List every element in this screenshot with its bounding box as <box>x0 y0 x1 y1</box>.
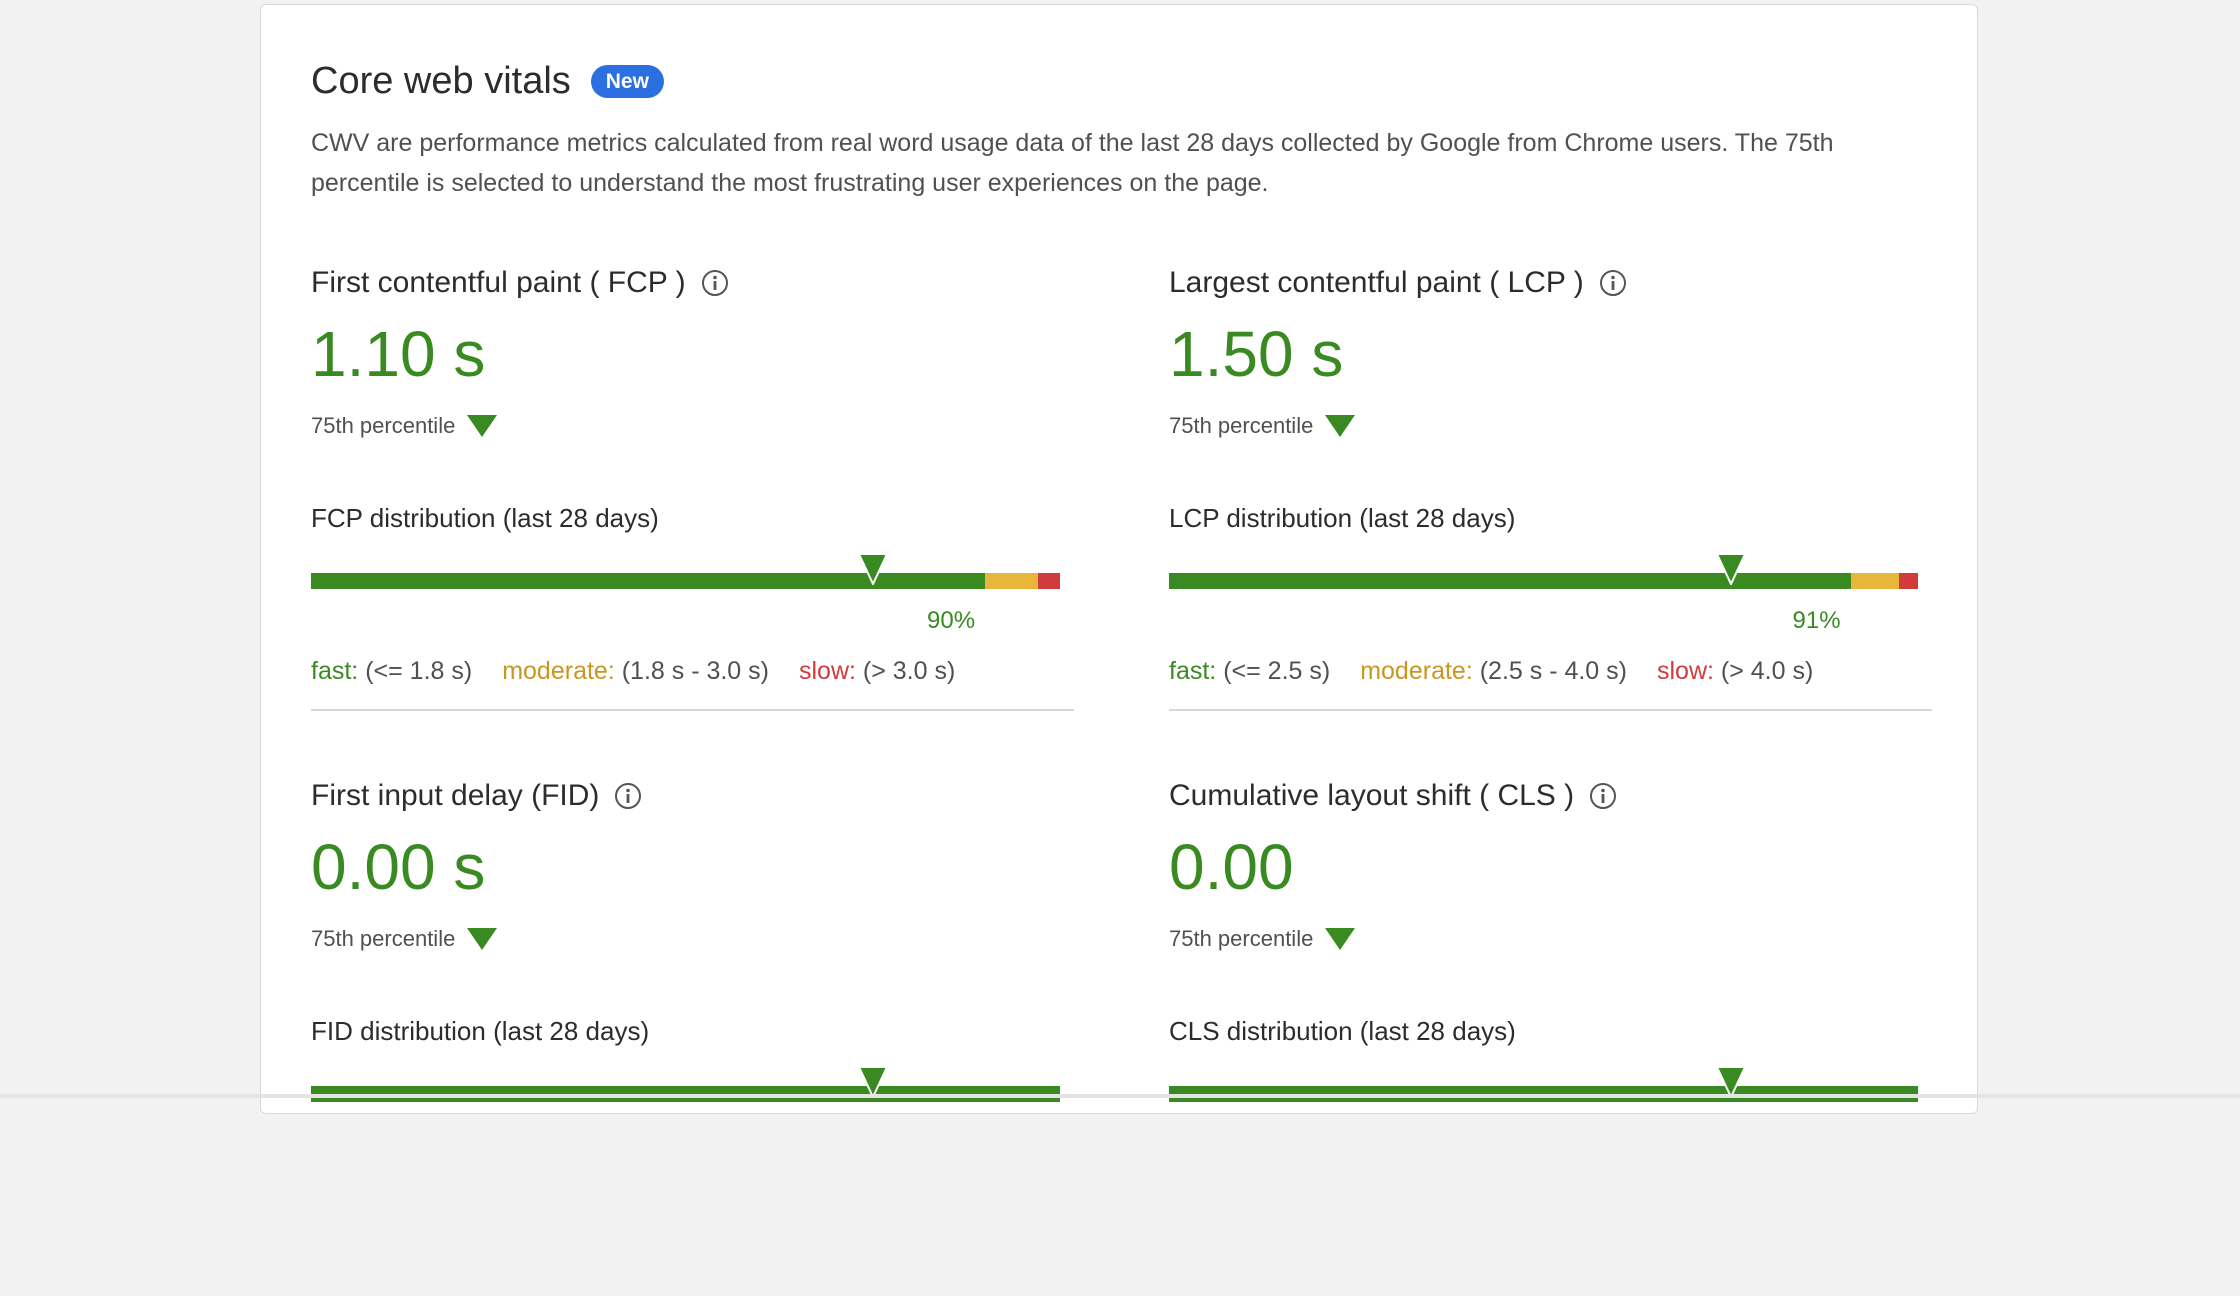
legend-moderate-label: moderate: <box>502 657 615 685</box>
info-icon[interactable] <box>700 268 730 298</box>
legend-slow-range: (> 3.0 s) <box>862 657 956 685</box>
info-icon[interactable] <box>613 781 643 811</box>
distribution-legend: fast: (<= 1.8 s) moderate: (1.8 s - 3.0 … <box>311 657 985 686</box>
distribution-bar <box>311 573 1060 589</box>
distribution-bar-wrap <box>1169 1066 1918 1106</box>
metric-title-fid: First input delay (FID) <box>311 776 643 816</box>
distribution-label: CLS distribution (last 28 days) <box>1169 1016 1516 1046</box>
percentile-marker-icon <box>857 553 888 585</box>
legend-fast-label: fast: <box>311 657 359 685</box>
fast-percentage: 91% <box>1792 607 1841 634</box>
distribution-bar <box>1169 573 1918 589</box>
good-status-triangle-icon <box>467 928 498 950</box>
fast-percentage: 90% <box>927 607 976 634</box>
good-status-triangle-icon <box>1325 928 1356 950</box>
legend-fast-range: (<= 2.5 s) <box>1223 657 1331 685</box>
distribution-bar-wrap <box>311 553 1060 593</box>
distribution-bar-wrap <box>1169 553 1918 593</box>
percentile-label: 75th percentile <box>311 926 456 951</box>
percentile-row: 75th percentile <box>311 924 498 954</box>
new-badge: New <box>590 64 664 98</box>
metric-title-lcp: Largest contentful paint ( LCP ) <box>1169 263 1628 303</box>
card-title: Core web vitals <box>311 59 571 102</box>
metric-value: 1.10 s <box>311 318 486 390</box>
distribution-label: FCP distribution (last 28 days) <box>311 503 659 533</box>
metric-title-text: First input delay (FID) <box>311 779 600 812</box>
good-status-triangle-icon <box>467 415 498 437</box>
legend-fast-range: (<= 1.8 s) <box>365 657 473 685</box>
legend-moderate-range: (2.5 s - 4.0 s) <box>1479 657 1627 685</box>
legend-moderate-range: (1.8 s - 3.0 s) <box>621 657 769 685</box>
percentile-label: 75th percentile <box>1169 926 1314 951</box>
legend-slow-range: (> 4.0 s) <box>1720 657 1814 685</box>
metric-title-text: Cumulative layout shift ( CLS ) <box>1169 779 1575 812</box>
percentile-row: 75th percentile <box>311 411 498 441</box>
legend-slow-label: slow: <box>798 657 856 685</box>
legend-slow-label: slow: <box>1656 657 1714 685</box>
legend-moderate-label: moderate: <box>1360 657 1473 685</box>
bottom-edge <box>0 1094 2240 1098</box>
section-divider <box>1169 709 1932 711</box>
metric-title-text: First contentful paint ( FCP ) <box>311 266 686 299</box>
moderate-segment <box>985 573 1038 589</box>
legend-fast-label: fast: <box>1169 657 1217 685</box>
metric-cls: Cumulative layout shift ( CLS ) 0.00 75t… <box>1169 776 1932 1296</box>
card-description: CWV are performance metrics calculated f… <box>311 129 1834 197</box>
core-web-vitals-card: Core web vitals New CWV are performance … <box>260 4 1978 1114</box>
metric-fcp: First contentful paint ( FCP ) 1.10 s 75… <box>311 263 1074 783</box>
metric-value: 1.50 s <box>1169 318 1344 390</box>
percentile-row: 75th percentile <box>1169 411 1356 441</box>
metric-value: 0.00 s <box>311 831 486 903</box>
good-status-triangle-icon <box>1325 415 1356 437</box>
metric-title-cls: Cumulative layout shift ( CLS ) <box>1169 776 1618 816</box>
percentile-label: 75th percentile <box>1169 413 1314 438</box>
distribution-bar-wrap <box>311 1066 1060 1106</box>
metric-lcp: Largest contentful paint ( LCP ) 1.50 s … <box>1169 263 1932 783</box>
fast-segment <box>1169 573 1851 589</box>
card-header: Core web vitals New <box>311 55 664 107</box>
distribution-label: FID distribution (last 28 days) <box>311 1016 650 1046</box>
metric-title-fcp: First contentful paint ( FCP ) <box>311 263 730 303</box>
info-icon[interactable] <box>1598 268 1628 298</box>
section-divider <box>311 709 1074 711</box>
info-icon[interactable] <box>1588 781 1618 811</box>
distribution-legend: fast: (<= 2.5 s) moderate: (2.5 s - 4.0 … <box>1169 657 1843 686</box>
metric-fid: First input delay (FID) 0.00 s 75th perc… <box>311 776 1074 1296</box>
percentile-row: 75th percentile <box>1169 924 1356 954</box>
metric-value: 0.00 <box>1169 831 1294 903</box>
distribution-label: LCP distribution (last 28 days) <box>1169 503 1516 533</box>
percentile-marker-icon <box>1715 553 1746 585</box>
metric-title-text: Largest contentful paint ( LCP ) <box>1169 266 1584 299</box>
percentile-label: 75th percentile <box>311 413 456 438</box>
slow-segment <box>1899 573 1918 589</box>
moderate-segment <box>1850 573 1900 589</box>
slow-segment <box>1037 573 1060 589</box>
